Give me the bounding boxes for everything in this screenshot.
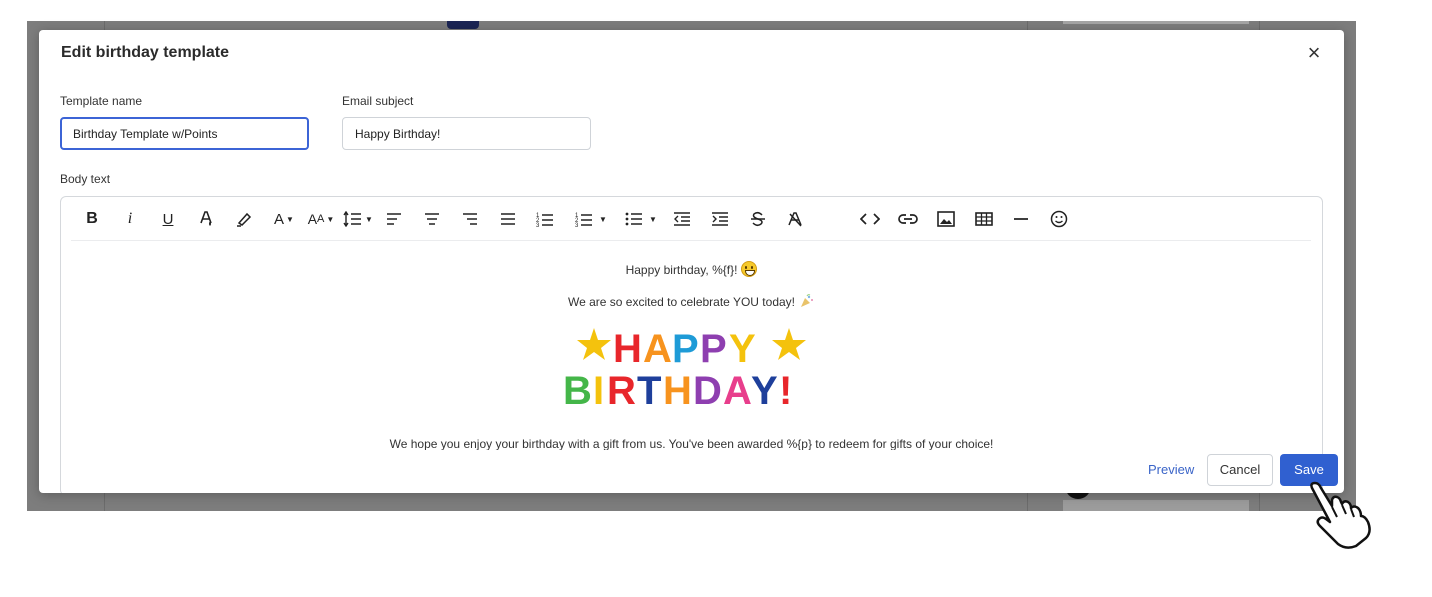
emoji-icon[interactable] (1048, 208, 1070, 230)
modal-title: Edit birthday template (61, 44, 230, 61)
email-subject-input[interactable] (342, 117, 591, 150)
banner-letter: H (663, 369, 692, 408)
banner-letter: B (563, 369, 592, 408)
banner-letter: P (700, 327, 727, 371)
align-center-icon[interactable] (422, 208, 442, 230)
ordered-list-icon[interactable]: 123 (535, 208, 555, 230)
celebrate-text: We are so excited to celebrate YOU today… (567, 295, 795, 309)
outdent-icon[interactable] (672, 208, 692, 230)
svg-text:3: 3 (536, 223, 540, 227)
align-right-icon[interactable] (460, 208, 480, 230)
cancel-button[interactable]: Cancel (1207, 454, 1273, 486)
award-line: We hope you enjoy your birthday with a g… (389, 437, 994, 450)
happy-birthday-banner: H A P P Y B I R T H D A Y ! (563, 327, 806, 408)
rich-text-editor: B i U A ▼ A A ▼ ▼ 1 2 3 1 2 3 ▼ ▼ Happy … (60, 196, 1323, 493)
party-popper-icon (801, 294, 813, 307)
grinning-face-icon (741, 261, 758, 277)
code-icon[interactable] (859, 208, 881, 230)
greeting-text: Happy birthday, %{f}! (625, 263, 738, 277)
banner-letter: D (693, 369, 722, 408)
editor-toolbar: B i U A ▼ A A ▼ ▼ 1 2 3 1 2 3 ▼ ▼ (71, 197, 1311, 241)
bullet-list-icon[interactable]: ▼ (621, 208, 661, 230)
edit-template-modal: Edit birthday template × Template name E… (39, 30, 1344, 493)
link-icon[interactable] (897, 208, 919, 230)
email-subject-label: Email subject (342, 94, 414, 108)
banner-letter: R (607, 369, 636, 408)
indent-icon[interactable] (710, 208, 730, 230)
italic-icon[interactable]: i (121, 208, 139, 230)
text-color-icon[interactable] (197, 208, 215, 230)
banner-letter: Y (729, 327, 756, 371)
banner-letter: A (643, 327, 672, 371)
highlight-icon[interactable] (234, 208, 254, 230)
strikethrough-icon[interactable] (748, 208, 768, 230)
image-icon[interactable] (935, 208, 957, 230)
ordered-list-options-icon[interactable]: 1 2 3 ▼ (571, 208, 611, 230)
align-justify-icon[interactable] (498, 208, 518, 230)
banner-letter: I (593, 369, 604, 408)
body-text-label: Body text (60, 172, 111, 186)
background-edit-button (1063, 500, 1249, 511)
banner-letter: A (723, 369, 752, 408)
background-chip (447, 21, 479, 29)
close-icon[interactable]: × (1302, 42, 1326, 66)
banner-letter: P (672, 327, 699, 371)
preview-link[interactable]: Preview (1148, 462, 1194, 477)
editor-content[interactable]: Happy birthday, %{f}! We are so excited … (61, 242, 1322, 493)
svg-text:3: 3 (575, 223, 579, 227)
table-icon[interactable] (973, 208, 995, 230)
banner-letter: Y (751, 369, 778, 408)
template-name-input[interactable] (60, 117, 309, 150)
line-height-icon[interactable]: ▼ (343, 208, 373, 230)
clear-format-icon[interactable] (785, 208, 805, 230)
horizontal-rule-icon[interactable] (1011, 208, 1031, 230)
align-left-icon[interactable] (384, 208, 404, 230)
greeting-line: Happy birthday, %{f}! (61, 261, 1322, 277)
font-family-icon[interactable]: A ▼ (270, 208, 298, 230)
background-bar (1063, 21, 1249, 24)
banner-letter: H (613, 327, 642, 371)
font-size-icon[interactable]: A A ▼ (304, 208, 338, 230)
celebrate-line: We are so excited to celebrate YOU today… (61, 294, 1322, 309)
banner-letter: ! (779, 369, 792, 408)
hand-pointer-cursor-icon (1310, 481, 1371, 549)
template-name-label: Template name (60, 94, 143, 108)
banner-letter: T (637, 369, 661, 408)
bold-icon[interactable]: B (83, 208, 101, 230)
underline-icon[interactable]: U (159, 208, 177, 230)
